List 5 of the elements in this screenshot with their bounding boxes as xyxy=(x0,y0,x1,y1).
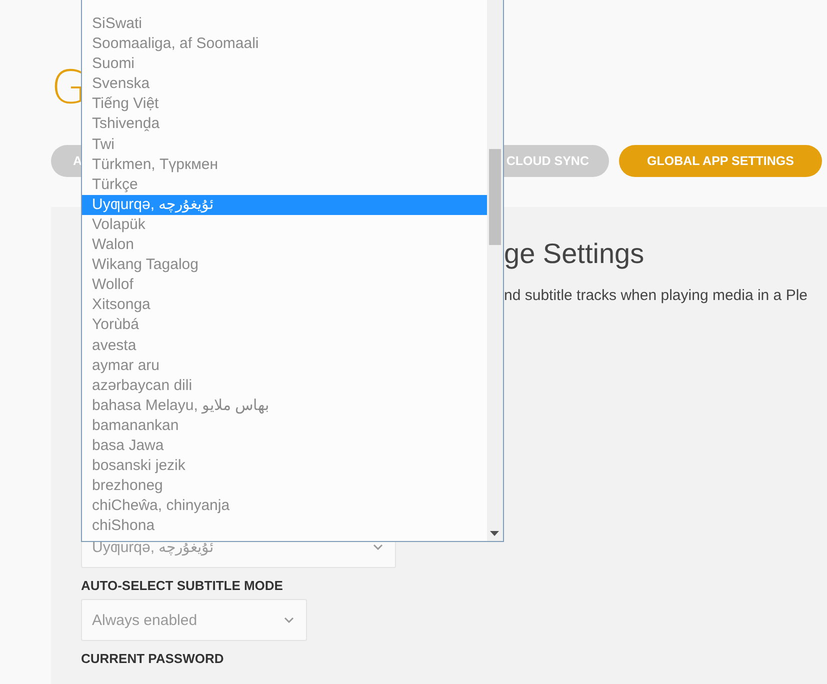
panel-title: ge Settings xyxy=(504,237,644,271)
panel-description: nd subtitle tracks when playing media in a Ple xyxy=(504,287,808,304)
field-label: CURRENT PASSWORD xyxy=(81,651,224,666)
field-label: AUTO-SELECT SUBTITLE MODE xyxy=(81,578,283,593)
page-heading: G xyxy=(51,62,87,112)
